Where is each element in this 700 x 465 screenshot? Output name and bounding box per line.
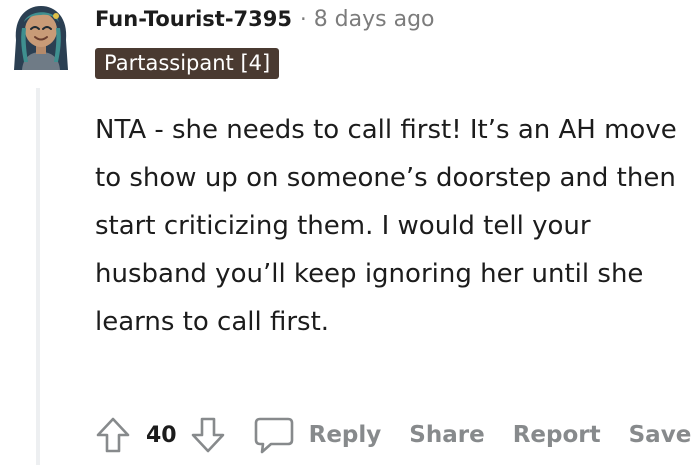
thread-line[interactable] — [36, 88, 40, 465]
user-flair: Partassipant [4] — [95, 48, 280, 79]
share-label: Share — [409, 422, 485, 448]
avatar[interactable] — [10, 0, 72, 72]
save-label: Save — [628, 422, 692, 448]
speech-bubble-icon — [253, 415, 295, 455]
comment-action-bar: 40 Reply Share Report Save — [92, 414, 691, 456]
report-button[interactable]: Report — [513, 422, 601, 448]
vote-score: 40 — [146, 422, 177, 448]
downvote-arrow-icon — [191, 417, 224, 453]
reply-label: Reply — [308, 422, 382, 448]
share-button[interactable]: Share — [409, 422, 484, 448]
comment-timestamp[interactable]: 8 days ago — [314, 7, 435, 32]
comment-header: Fun-Tourist-7395 · 8 days ago — [95, 4, 435, 34]
save-button[interactable]: Save — [629, 422, 692, 448]
comment-author[interactable]: Fun-Tourist-7395 — [95, 7, 292, 31]
report-label: Report — [512, 422, 601, 448]
meta-separator: · — [300, 7, 307, 31]
downvote-button[interactable] — [187, 414, 229, 456]
upvote-button[interactable] — [92, 414, 134, 456]
comment-body: NTA - she needs to call first! It’s an A… — [95, 115, 677, 337]
reply-button[interactable]: Reply — [253, 415, 382, 455]
avatar-image — [14, 6, 68, 70]
upvote-arrow-icon — [96, 417, 130, 453]
